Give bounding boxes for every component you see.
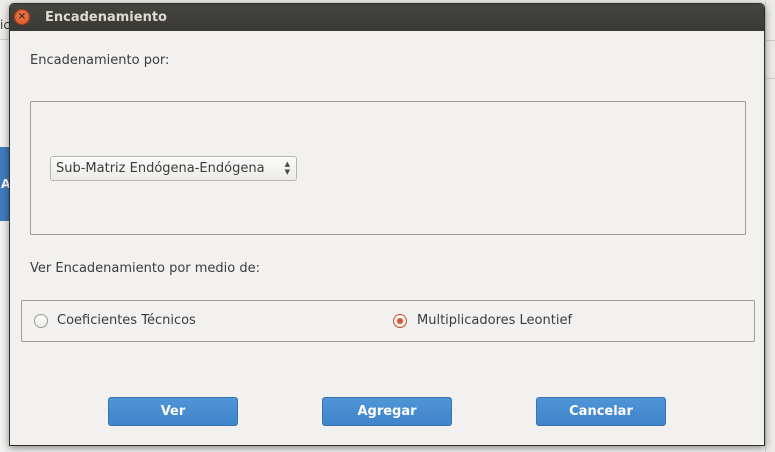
background-divider — [765, 78, 775, 79]
background-right-strip — [765, 0, 775, 452]
agregar-button[interactable]: Agregar — [322, 397, 452, 426]
coeficientes-tecnicos-label[interactable]: Coeficientes Técnicos — [57, 313, 196, 328]
multiplicadores-leontief-radio[interactable] — [393, 314, 407, 328]
dialog-titlebar[interactable]: × Encadenamiento — [10, 4, 764, 31]
spin-arrows-icon: ▲ ▼ — [284, 160, 290, 176]
multiplicadores-leontief-label[interactable]: Multiplicadores Leontief — [417, 313, 572, 328]
submatriz-select-value: Sub-Matriz Endógena-Endógena — [56, 161, 265, 176]
encadenamiento-dialog: × Encadenamiento Encadenamiento por: Sub… — [9, 3, 765, 446]
dialog-title: Encadenamiento — [45, 10, 167, 25]
ver-button[interactable]: Ver — [108, 397, 238, 426]
ver-encadenamiento-label: Ver Encadenamiento por medio de: — [30, 261, 261, 276]
encadenamiento-por-label: Encadenamiento por: — [30, 53, 170, 68]
background-divider — [765, 40, 775, 41]
coeficientes-tecnicos-radio[interactable] — [34, 314, 48, 328]
close-icon[interactable]: × — [14, 9, 30, 25]
submatriz-select[interactable]: Sub-Matriz Endógena-Endógena ▲ ▼ — [50, 156, 297, 181]
cancelar-button[interactable]: Cancelar — [536, 397, 666, 426]
